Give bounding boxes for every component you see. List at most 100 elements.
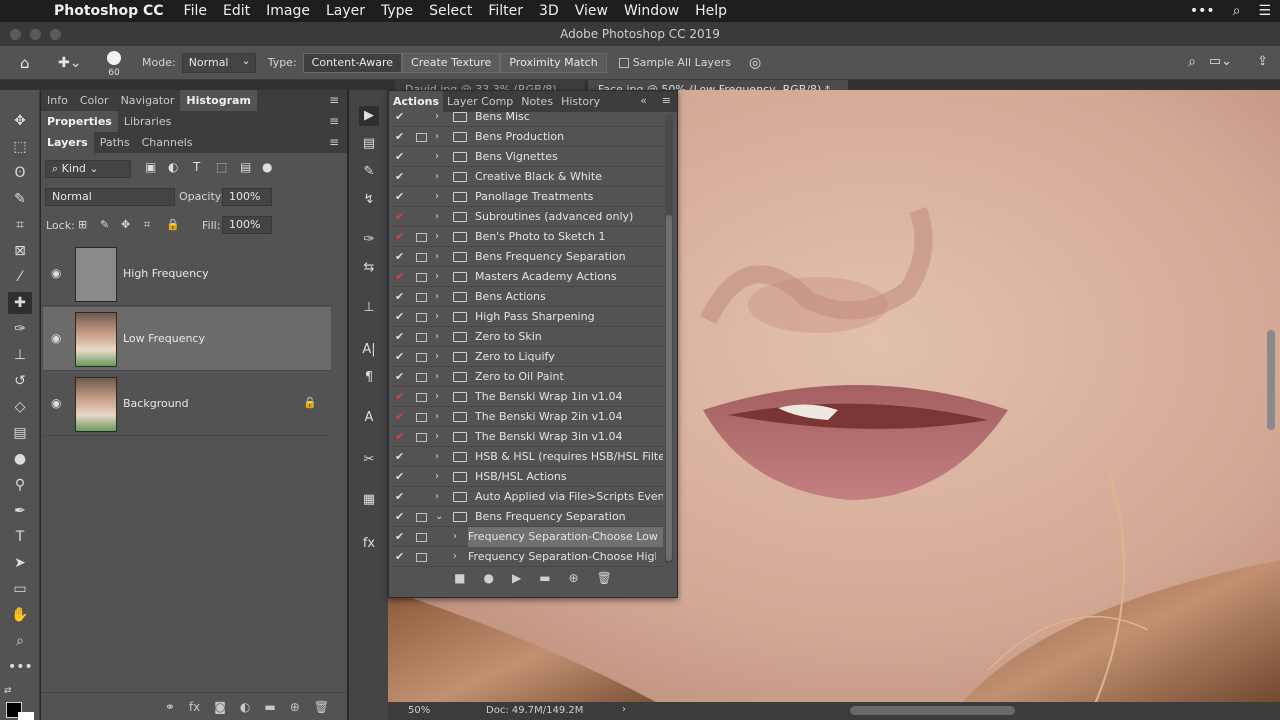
- chevron-down-icon[interactable]: ⌄: [435, 507, 443, 527]
- filter-type-icon[interactable]: T: [193, 160, 200, 174]
- proximity-match-button[interactable]: Proximity Match: [500, 52, 607, 73]
- tool-presets-icon[interactable]: ✂: [359, 450, 379, 470]
- crop-tool-icon[interactable]: ⌗: [8, 214, 32, 236]
- toggle-dialog-icon[interactable]: [416, 533, 427, 542]
- toggle-dialog-icon[interactable]: [416, 513, 427, 522]
- toggle-item-check-icon[interactable]: ✔: [395, 207, 404, 227]
- chevron-right-icon[interactable]: ›: [453, 527, 457, 547]
- toggle-dialog-icon[interactable]: [416, 133, 427, 142]
- tab-navigator[interactable]: Navigator: [115, 90, 181, 111]
- paragraph-panel-icon[interactable]: ¶: [359, 368, 379, 388]
- menu-3d[interactable]: 3D: [539, 3, 559, 19]
- toggle-item-check-icon[interactable]: ✔: [395, 107, 404, 127]
- dodge-tool-icon[interactable]: ⚲: [8, 474, 32, 496]
- chevron-right-icon[interactable]: ›: [435, 447, 439, 467]
- pen-tool-icon[interactable]: ✒: [8, 500, 32, 522]
- toggle-dialog-icon[interactable]: [416, 273, 427, 282]
- tab-channels[interactable]: Channels: [136, 132, 199, 153]
- chevron-right-icon[interactable]: ›: [435, 207, 439, 227]
- toggle-item-check-icon[interactable]: ✔: [395, 187, 404, 207]
- adjustments-icon[interactable]: ⇆: [359, 258, 379, 278]
- toggle-dialog-icon[interactable]: [416, 373, 427, 382]
- adjustment-layer-icon[interactable]: ◐: [240, 700, 250, 714]
- toggle-dialog-icon[interactable]: [416, 553, 427, 562]
- healing-brush-tool-icon[interactable]: ✚: [8, 292, 32, 314]
- chevron-right-icon[interactable]: ›: [435, 127, 439, 147]
- new-action-icon[interactable]: ⊕: [569, 571, 579, 585]
- gradient-tool-icon[interactable]: ▤: [8, 422, 32, 444]
- action-set-row[interactable]: ✔ › Bens Frequency Separation: [389, 247, 663, 267]
- chevron-right-icon[interactable]: ›: [435, 487, 439, 507]
- chevron-right-icon[interactable]: ›: [435, 467, 439, 487]
- action-set-row[interactable]: ✔ › Auto Applied via File>Scripts Events .…: [389, 487, 663, 507]
- toggle-item-check-icon[interactable]: ✔: [395, 327, 404, 347]
- action-set-row[interactable]: ✔ › High Pass Sharpening: [389, 307, 663, 327]
- marquee-tool-icon[interactable]: ⬚: [8, 136, 32, 158]
- toggle-item-check-icon[interactable]: ✔: [395, 487, 404, 507]
- toggle-item-check-icon[interactable]: ✔: [395, 507, 404, 527]
- lock-image-icon[interactable]: ✎: [100, 218, 109, 231]
- tab-layers[interactable]: Layers: [41, 132, 94, 153]
- toggle-item-check-icon[interactable]: ✔: [395, 227, 404, 247]
- toggle-item-check-icon[interactable]: ✔: [395, 427, 404, 447]
- toggle-dialog-icon[interactable]: [416, 293, 427, 302]
- new-layer-icon[interactable]: ⊕: [290, 700, 300, 714]
- home-icon[interactable]: ⌂: [20, 54, 38, 72]
- frame-tool-icon[interactable]: ⊠: [8, 240, 32, 262]
- chevron-right-icon[interactable]: ›: [435, 107, 439, 127]
- toggle-item-check-icon[interactable]: ✔: [395, 467, 404, 487]
- close-window-button[interactable]: [10, 29, 21, 40]
- layer-name[interactable]: Background: [123, 397, 189, 410]
- toggle-item-check-icon[interactable]: ✔: [395, 127, 404, 147]
- action-set-row[interactable]: ✔ › Bens Production: [389, 127, 663, 147]
- delete-layer-icon[interactable]: 🗑: [314, 700, 329, 714]
- chevron-right-icon[interactable]: ›: [435, 167, 439, 187]
- toggle-dialog-icon[interactable]: [416, 333, 427, 342]
- swap-colors-icon[interactable]: ⇄: [4, 686, 12, 696]
- visibility-eye-icon[interactable]: ◉: [51, 396, 61, 410]
- toggle-dialog-icon[interactable]: [416, 433, 427, 442]
- opacity-field[interactable]: 100%: [222, 188, 272, 206]
- toggle-dialog-icon[interactable]: [416, 413, 427, 422]
- chevron-right-icon[interactable]: ›: [435, 427, 439, 447]
- path-select-tool-icon[interactable]: ➤: [8, 552, 32, 574]
- more-tools-icon[interactable]: •••: [8, 656, 33, 678]
- quick-select-tool-icon[interactable]: ✎: [8, 188, 32, 210]
- toggle-item-check-icon[interactable]: ✔: [395, 367, 404, 387]
- diffraction-icon[interactable]: ◎: [749, 55, 761, 71]
- toggle-dialog-icon[interactable]: [416, 233, 427, 242]
- menu-view[interactable]: View: [575, 3, 608, 19]
- tab-paths[interactable]: Paths: [94, 132, 136, 153]
- layer-filter-kind-select[interactable]: ⌕ Kind ⌄: [45, 160, 131, 178]
- healing-brush-preset-icon[interactable]: ✚⌄: [58, 55, 92, 71]
- chevron-right-icon[interactable]: ›: [435, 187, 439, 207]
- chevron-right-icon[interactable]: ›: [435, 247, 439, 267]
- zoom-tool-icon[interactable]: ⌕: [8, 630, 32, 652]
- action-set-row[interactable]: ✔ › Panollage Treatments: [389, 187, 663, 207]
- filter-shape-icon[interactable]: ⬚: [216, 160, 227, 174]
- panel-menu-icon[interactable]: ≡: [329, 93, 339, 107]
- more-icon[interactable]: •••: [1190, 3, 1215, 19]
- type-tool-icon[interactable]: T: [8, 526, 32, 548]
- toggle-item-check-icon[interactable]: ✔: [395, 447, 404, 467]
- menu-select[interactable]: Select: [429, 3, 472, 19]
- menu-edit[interactable]: Edit: [223, 3, 250, 19]
- menu-window[interactable]: Window: [624, 3, 679, 19]
- brush-tool-icon[interactable]: ✑: [8, 318, 32, 340]
- tab-info[interactable]: Info: [41, 90, 74, 111]
- glyphs-panel-icon[interactable]: A: [359, 408, 379, 428]
- lock-position-icon[interactable]: ✥: [121, 218, 130, 231]
- chevron-right-icon[interactable]: ›: [435, 347, 439, 367]
- search-icon[interactable]: ⌕: [1233, 3, 1241, 19]
- chevron-right-icon[interactable]: ›: [435, 307, 439, 327]
- layer-name[interactable]: High Frequency: [123, 267, 209, 280]
- toggle-dialog-icon[interactable]: [416, 313, 427, 322]
- action-set-row[interactable]: ✔ ⌄ Bens Frequency Separation: [389, 507, 663, 527]
- action-set-row[interactable]: ✔ › The Benski Wrap 1in v1.04: [389, 387, 663, 407]
- toggle-dialog-icon[interactable]: [416, 353, 427, 362]
- link-layers-icon[interactable]: ⚭: [165, 700, 175, 714]
- brush-size-picker[interactable]: 60: [92, 51, 136, 78]
- panel-menu-icon[interactable]: ≡: [329, 114, 339, 128]
- action-set-row[interactable]: ✔ › Zero to Oil Paint: [389, 367, 663, 387]
- canvas-vertical-scrollbar[interactable]: [1267, 330, 1275, 430]
